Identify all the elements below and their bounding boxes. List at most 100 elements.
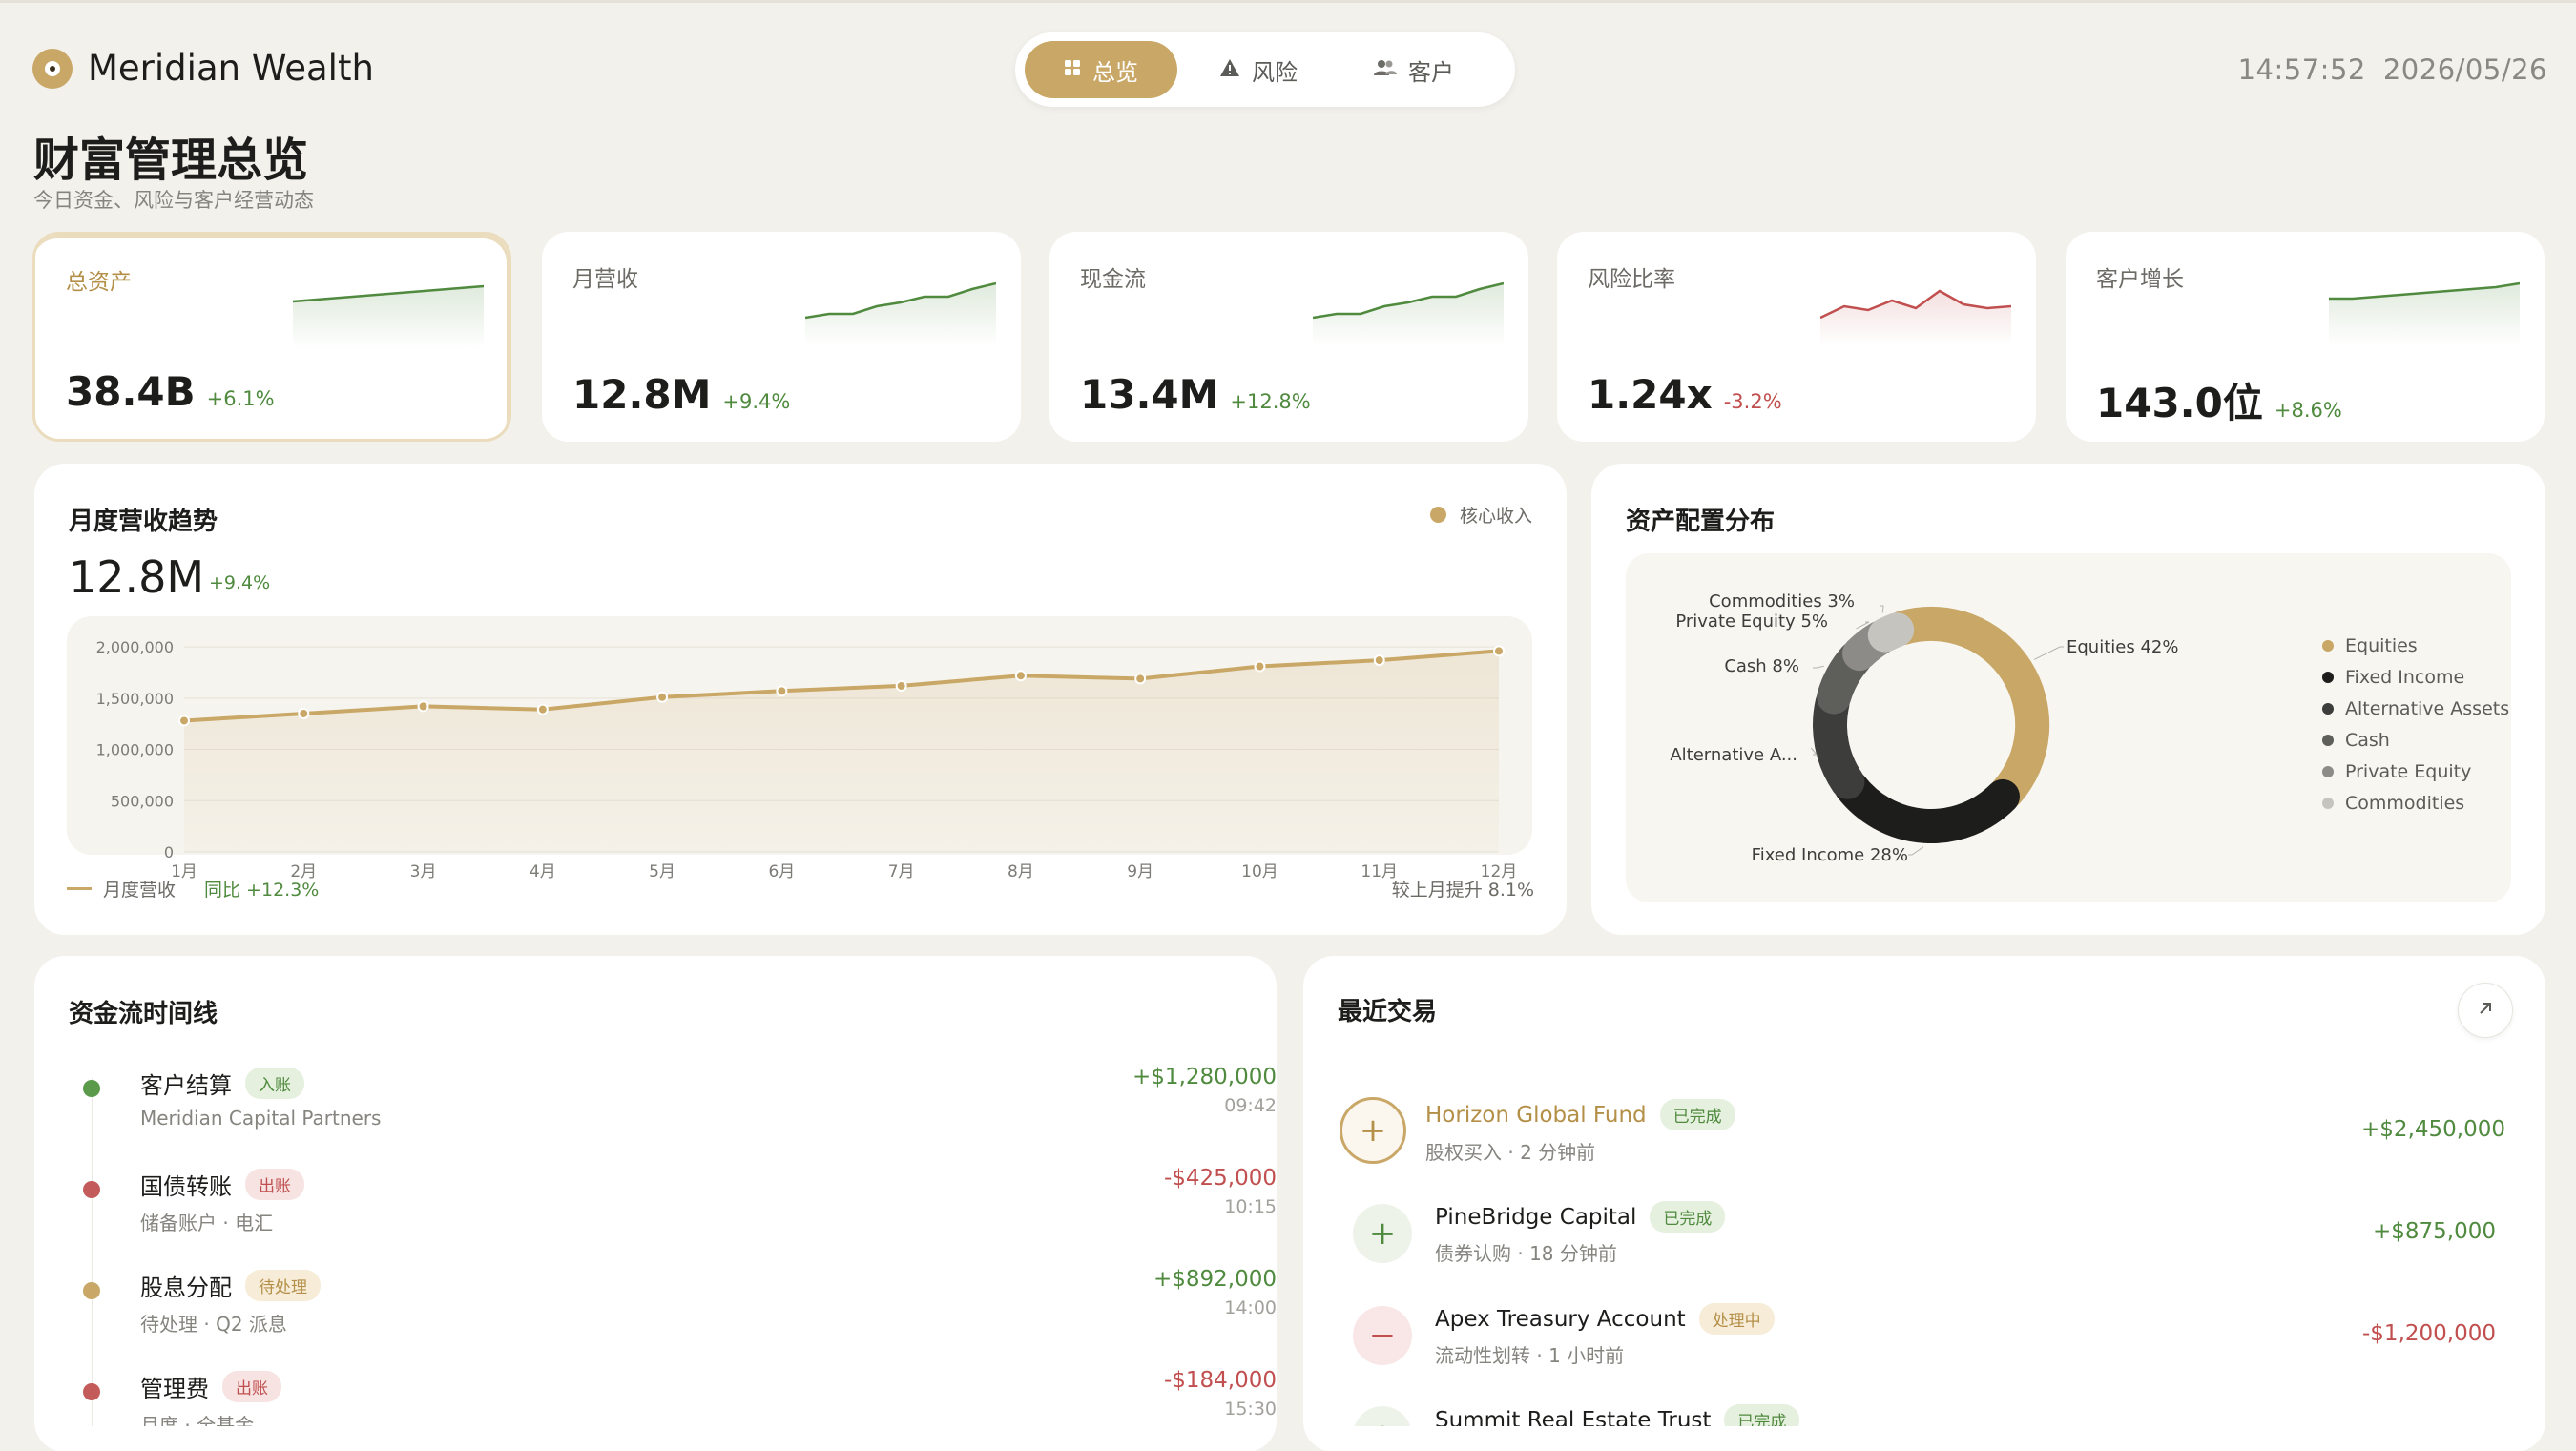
y-tick-label: 500,000 xyxy=(111,792,174,810)
kpi-value: 38.4B xyxy=(66,368,196,415)
timeline-item-title: 客户结算 xyxy=(140,1072,232,1099)
x-tick-label: 4月 xyxy=(530,862,556,881)
timeline-dot xyxy=(83,1282,100,1299)
transaction-name: PineBridge Capital xyxy=(1435,1204,1637,1230)
top-border xyxy=(0,0,2576,3)
revenue-trend-panel: 月度营收趋势 核心收入 12.8M +9.4% 0 500,000 1,000,00… xyxy=(34,464,1567,935)
series-area xyxy=(184,651,1499,852)
kpi-sparkline xyxy=(1820,289,2011,346)
data-point xyxy=(536,703,549,715)
kpi-card-cash-flow[interactable]: 现金流 13.4M +12.8% xyxy=(1049,232,1528,442)
kpi-value: 13.4M xyxy=(1080,371,1219,418)
kpi-change: +12.8% xyxy=(1230,390,1311,413)
status-badge: 已完成 xyxy=(1659,1099,1735,1130)
kpi-card-total-assets[interactable]: 总资产 38.4B +6.1% xyxy=(32,232,511,442)
revenue-chart: 0500,0001,000,0001,500,0002,000,0001月 2月 3… xyxy=(96,638,1518,881)
legend-item: Commodities xyxy=(2322,787,2509,819)
transaction-name: Summit Real Estate Trust xyxy=(1435,1407,1712,1427)
kpi-card-client-growth[interactable]: 客户增长 143.0位 +8.6% xyxy=(2066,232,2545,442)
series-line-swatch xyxy=(67,887,92,890)
tab-overview[interactable]: 总览 xyxy=(1025,41,1177,98)
tab-label: 客户 xyxy=(1408,58,1454,86)
timeline-time: 14:00 xyxy=(1224,1297,1277,1318)
legend-item: Equities xyxy=(2322,630,2509,661)
legend-item: Alternative Assets xyxy=(2322,693,2509,724)
timeline-item[interactable]: 管理费 出账 月度 · 全基金 -$184,000 15:30 xyxy=(34,1368,1277,1426)
data-point xyxy=(776,685,788,697)
clock-time: 14:57:52 xyxy=(2237,53,2366,86)
kpi-value: 1.24x xyxy=(1588,371,1713,418)
timeline-title: 客户结算 入账 xyxy=(140,1067,304,1100)
clock-date: 2026/05/26 xyxy=(2382,53,2547,86)
clock: 14:57:52 2026/05/26 xyxy=(2238,53,2547,86)
timeline-time: 09:42 xyxy=(1224,1095,1277,1116)
sparkline-area xyxy=(293,286,484,349)
x-tick-label: 9月 xyxy=(1127,862,1153,881)
donut-slice xyxy=(1867,612,1915,653)
kpi-label: 月营收 xyxy=(572,267,638,292)
tab-clients[interactable]: 客户 xyxy=(1340,41,1488,98)
legend-swatch xyxy=(2322,797,2334,809)
x-tick-label: 10月 xyxy=(1241,862,1278,881)
leader-line xyxy=(1908,846,1924,856)
brand[interactable]: Meridian Wealth xyxy=(32,48,374,89)
page-title: 财富管理总览 xyxy=(33,134,309,187)
transaction-row[interactable]: + Summit Real Estate Trust 已完成 xyxy=(1303,956,2545,1426)
cash-flow-timeline-panel: 资金流时间线 客户结算 入账 Meridian Capital Partners… xyxy=(34,956,1277,1451)
transaction-name-row: Apex Treasury Account 处理中 xyxy=(1435,1303,1775,1335)
coin-logo-icon xyxy=(32,48,73,89)
x-tick-label: 8月 xyxy=(1008,862,1034,881)
kpi-change: +8.6% xyxy=(2274,399,2342,422)
legend-swatch xyxy=(2322,765,2334,777)
kpi-change: -3.2% xyxy=(1723,390,1782,413)
donut-slice xyxy=(1813,685,1865,799)
status-badge: 已完成 xyxy=(1724,1404,1800,1426)
status-badge: 待处理 xyxy=(245,1270,321,1301)
leader-line xyxy=(1813,665,1824,669)
timeline-item[interactable]: 国债转账 出账 储备账户 · 电汇 -$425,000 10:15 xyxy=(34,1166,1277,1263)
slice-label: Equities 42% xyxy=(2067,637,2178,657)
legend-item: Cash xyxy=(2322,724,2509,756)
timeline-scroll[interactable]: 客户结算 入账 Meridian Capital Partners +$1,28… xyxy=(34,956,1277,1426)
kpi-sparkline xyxy=(2329,281,2520,346)
kpi-card-risk-ratio[interactable]: 风险比率 1.24x -3.2% xyxy=(1557,232,2036,442)
status-badge: 处理中 xyxy=(1698,1303,1775,1335)
data-point xyxy=(298,707,310,719)
tab-risk[interactable]: 风险 xyxy=(1185,41,1332,98)
data-point xyxy=(417,700,429,713)
transaction-name-row: PineBridge Capital 已完成 xyxy=(1435,1201,1726,1233)
kpi-sparkline xyxy=(293,284,484,349)
timeline-amount: +$1,280,000 xyxy=(1132,1065,1277,1089)
legend-label: Commodities xyxy=(2345,792,2465,814)
legend-label: Cash xyxy=(2345,729,2390,751)
donut-slice xyxy=(1834,769,2020,843)
timeline-item[interactable]: 股息分配 待处理 待处理 · Q2 派息 +$892,000 14:00 xyxy=(34,1267,1277,1364)
legend-label: Private Equity xyxy=(2345,760,2472,782)
chart-footer: 月度营收 同比 +12.3% xyxy=(67,876,319,902)
transaction-name-row: Summit Real Estate Trust 已完成 xyxy=(1435,1404,1800,1427)
grid-icon xyxy=(1064,58,1081,81)
y-tick-label: 1,500,000 xyxy=(96,690,174,708)
transaction-amount: +$2,450,000 xyxy=(2361,1117,2505,1142)
minus-icon: − xyxy=(1353,1306,1412,1365)
data-point xyxy=(1134,673,1147,685)
slice-label: Fixed Income 28% xyxy=(1752,845,1908,865)
timeline-item-sub: 月度 · 全基金 xyxy=(140,1414,255,1426)
legend-item: Fixed Income xyxy=(2322,661,2509,693)
plus-icon: + xyxy=(1353,1406,1412,1426)
timeline-dot xyxy=(83,1080,100,1097)
timeline-item[interactable]: 客户结算 入账 Meridian Capital Partners +$1,28… xyxy=(34,1065,1277,1162)
plus-icon: + xyxy=(1353,1204,1412,1263)
timeline-item-sub: Meridian Capital Partners xyxy=(140,1107,382,1130)
footer-yoy: 同比 +12.3% xyxy=(204,880,320,901)
kpi-label: 现金流 xyxy=(1080,267,1146,292)
legend-label: Equities xyxy=(2345,634,2418,656)
transactions-scroll[interactable]: + Horizon Global Fund 已完成 股权买入 · 2 分钟前 +… xyxy=(1303,956,2545,1426)
legend-swatch xyxy=(2322,639,2334,652)
transaction-amount: -$1,200,000 xyxy=(2362,1321,2496,1346)
slice-label: Private Equity 5% xyxy=(1675,611,1828,632)
donut-container: Equities 42% Fixed Income 28% Alternative … xyxy=(1626,553,2511,902)
kpi-card-monthly-revenue[interactable]: 月营收 12.8M +9.4% xyxy=(542,232,1021,442)
slice-label: Commodities 3% xyxy=(1709,591,1855,611)
legend-label: Fixed Income xyxy=(2345,666,2465,688)
